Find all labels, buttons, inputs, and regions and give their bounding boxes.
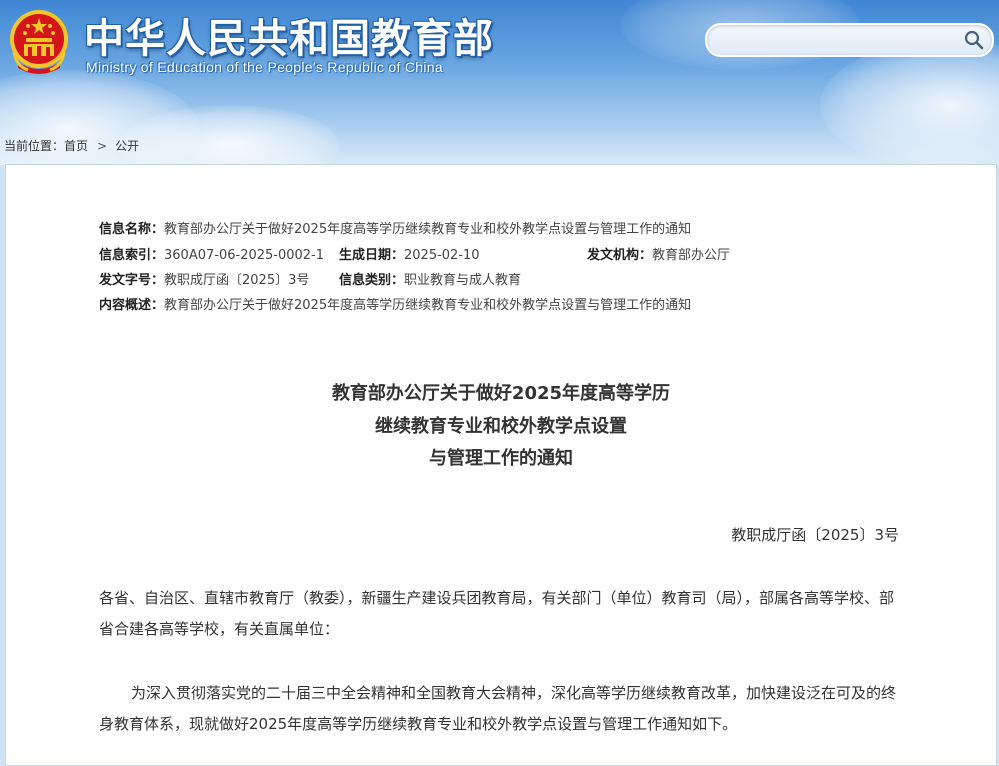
document-number: 教职成厅函〔2025〕3号	[731, 526, 899, 544]
breadcrumb-separator: >	[97, 139, 108, 153]
meta-summary-label: 内容概述：	[99, 298, 165, 313]
meta-category-value: 职业教育与成人教育	[404, 273, 522, 288]
meta-org-value: 教育部办公厅	[652, 248, 731, 263]
meta-category-label: 信息类别：	[339, 273, 405, 288]
site-subtitle: Ministry of Education of the People's Re…	[86, 59, 443, 75]
meta-date-label: 生成日期：	[339, 248, 405, 263]
meta-category-cell: 信息类别：职业教育与成人教育	[339, 269, 521, 288]
document-title-line-1: 教育部办公厅关于做好2025年度高等学历	[331, 383, 671, 404]
search-icon[interactable]	[964, 30, 984, 50]
document-title-line-3: 与管理工作的通知	[429, 448, 573, 469]
breadcrumb-home-link[interactable]: 首页	[64, 139, 88, 153]
meta-summary-value: 教育部办公厅关于做好2025年度高等学历继续教育专业和校外教学点设置与管理工作的…	[164, 298, 692, 313]
meta-index-label: 信息索引：	[99, 248, 165, 263]
breadcrumb-prefix: 当前位置：	[4, 139, 65, 153]
search-box	[705, 23, 994, 57]
document-title-line-2: 继续教育专业和校外教学点设置	[375, 416, 627, 437]
meta-name-label: 信息名称：	[99, 222, 165, 237]
breadcrumb-open-link[interactable]: 公开	[115, 139, 139, 153]
meta-docno-label: 发文字号：	[99, 273, 165, 288]
meta-date-value: 2025-02-10	[404, 248, 480, 263]
search-input[interactable]	[719, 29, 961, 51]
site-title: 中华人民共和国教育部	[84, 16, 494, 62]
meta-summary-row: 内容概述：教育部办公厅关于做好2025年度高等学历继续教育专业和校外教学点设置与…	[99, 294, 691, 313]
site-header: 中华人民共和国教育部 Ministry of Education of the …	[0, 0, 999, 165]
article-panel: 信息名称：教育部办公厅关于做好2025年度高等学历继续教育专业和校外教学点设置与…	[5, 164, 997, 766]
breadcrumb: 当前位置：首页 > 公开	[4, 137, 139, 154]
meta-org-cell: 发文机构：教育部办公厅	[587, 244, 730, 263]
addressee-paragraph: 各省、自治区、直辖市教育厅（教委），新疆生产建设兵团教育局，有关部门（单位）教育…	[99, 589, 895, 638]
meta-name-value: 教育部办公厅关于做好2025年度高等学历继续教育专业和校外教学点设置与管理工作的…	[164, 222, 692, 237]
meta-org-label: 发文机构：	[587, 248, 653, 263]
meta-name-row: 信息名称：教育部办公厅关于做好2025年度高等学历继续教育专业和校外教学点设置与…	[99, 218, 691, 237]
meta-index-cell: 信息索引：360A07-06-2025-0002-1	[99, 244, 324, 263]
intro-paragraph: 为深入贯彻落实党的二十届三中全会精神和全国教育大会精神，深化高等学历继续教育改革…	[99, 684, 897, 733]
cloud-decoration	[820, 40, 999, 165]
national-emblem-icon	[10, 10, 68, 74]
meta-index-value: 360A07-06-2025-0002-1	[164, 248, 325, 263]
meta-docno-cell: 发文字号：教职成厅函〔2025〕3号	[99, 269, 309, 288]
meta-date-cell: 生成日期：2025-02-10	[339, 244, 480, 263]
meta-docno-value: 教职成厅函〔2025〕3号	[164, 273, 310, 288]
